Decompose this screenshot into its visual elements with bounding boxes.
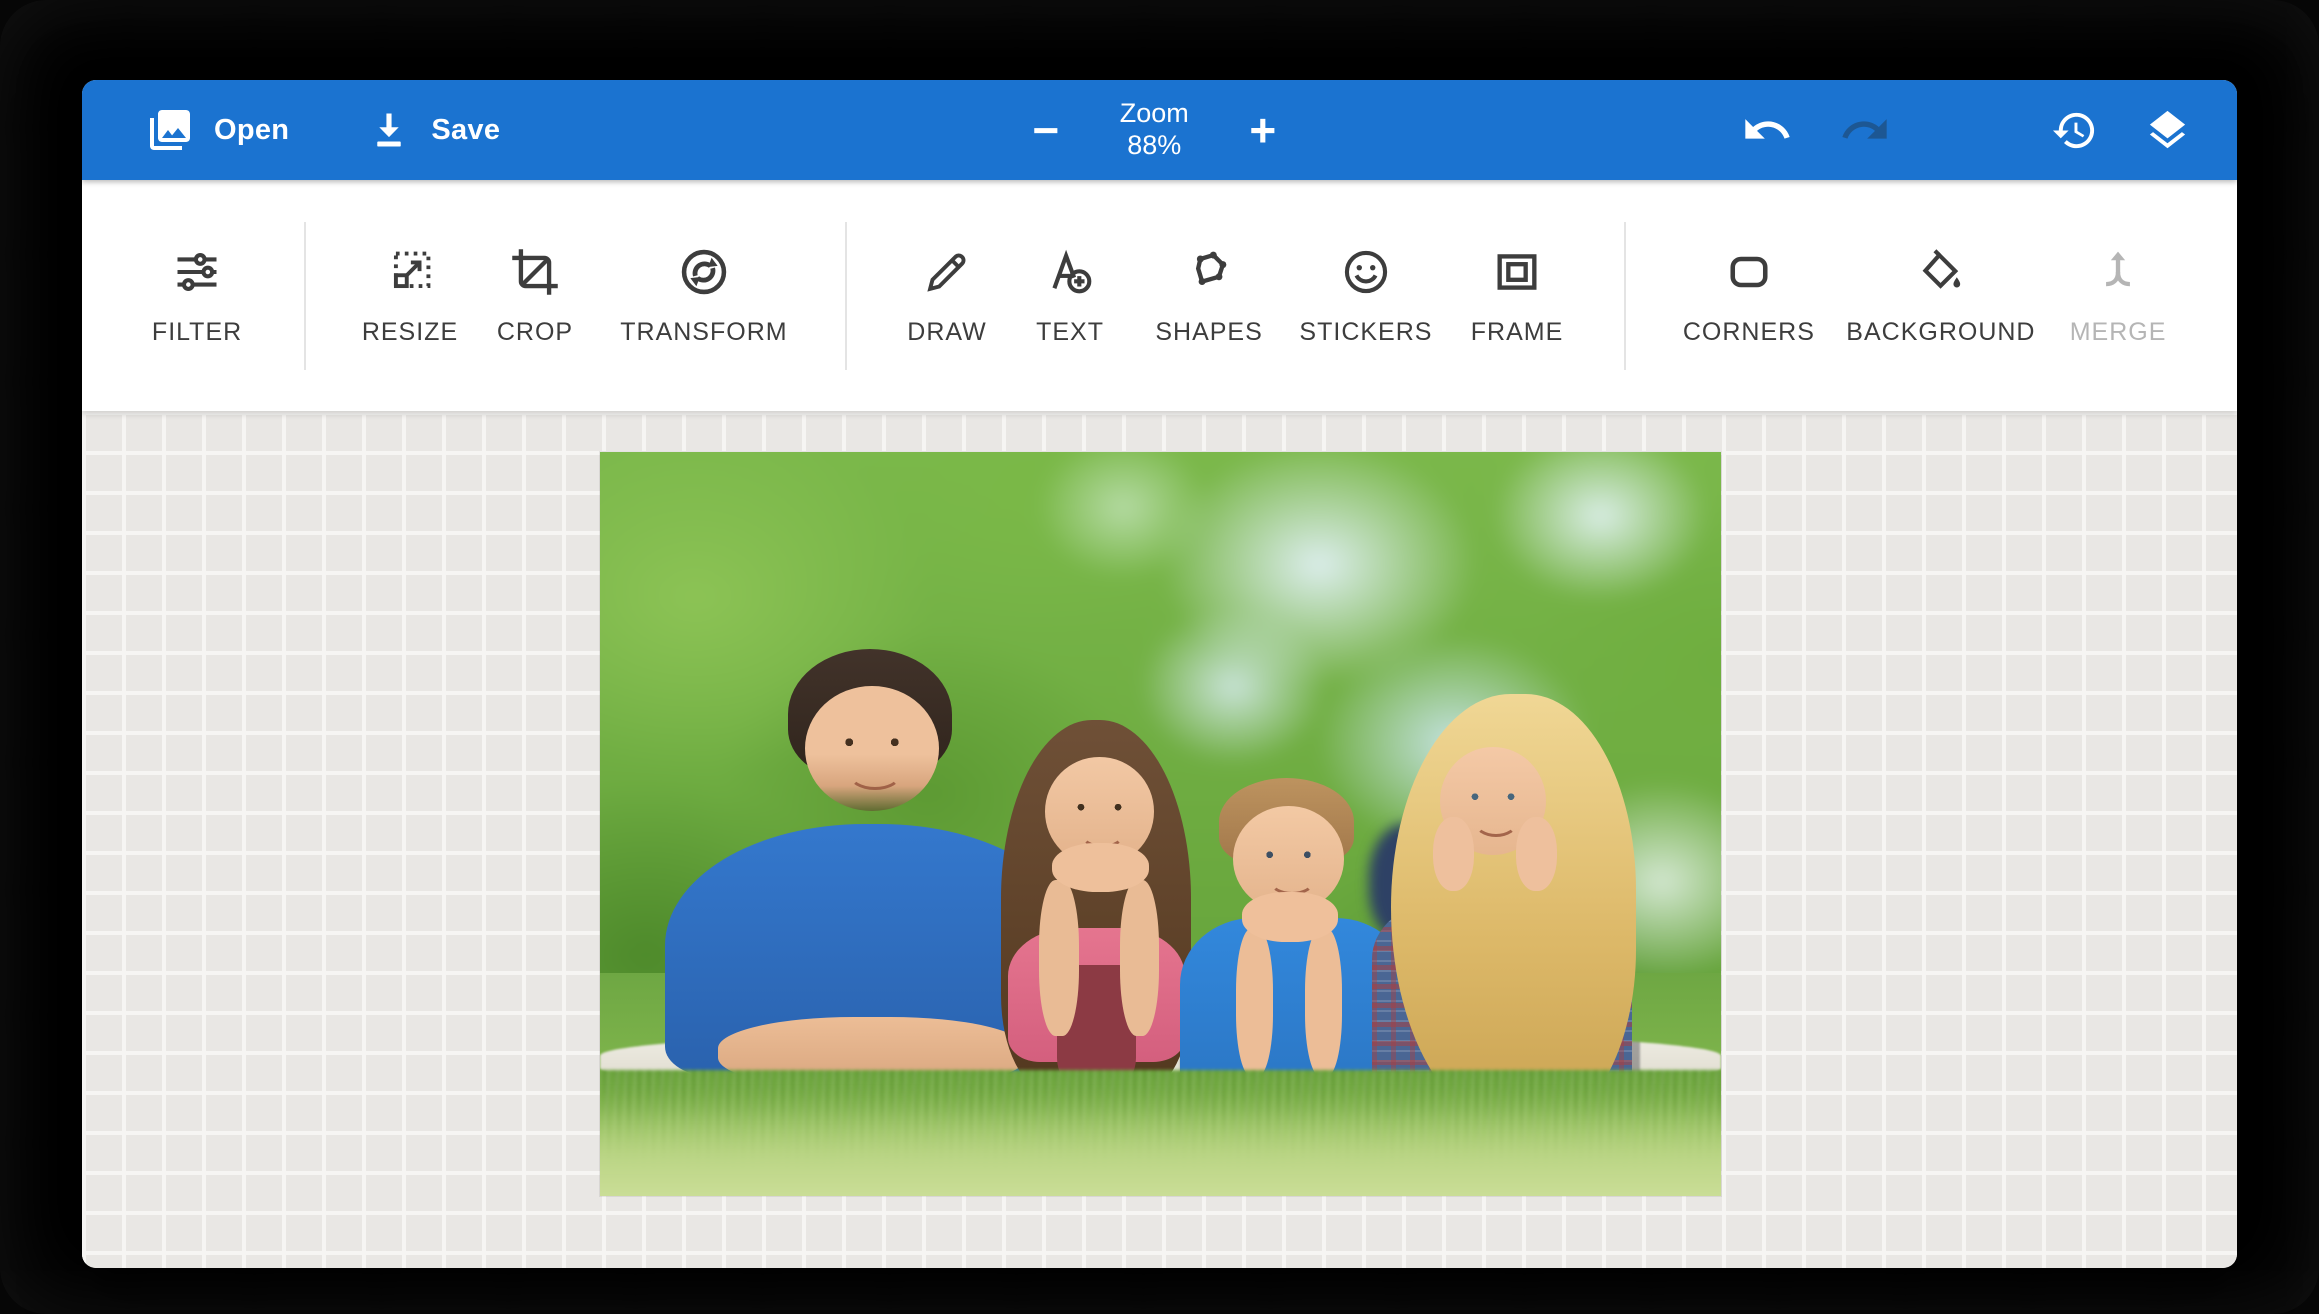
open-button[interactable]: Open bbox=[146, 106, 289, 154]
history-clock-button[interactable] bbox=[2051, 107, 2098, 154]
add-text-icon bbox=[1044, 246, 1096, 303]
zoom-value: 88% bbox=[1127, 130, 1181, 162]
tool-transform[interactable]: TRANSFORM bbox=[589, 246, 819, 347]
tool-label: MERGE bbox=[2070, 318, 2167, 347]
tool-label: FRAME bbox=[1471, 318, 1564, 347]
photo-blurred-foreground bbox=[600, 1099, 1721, 1196]
rounded-corners-icon bbox=[1723, 246, 1775, 303]
zoom-indicator: Zoom 88% bbox=[1120, 98, 1189, 162]
zoom-in-button[interactable]: + bbox=[1241, 107, 1285, 153]
tool-label: FILTER bbox=[152, 318, 242, 347]
merge-icon bbox=[2092, 246, 2144, 303]
tool-label: SHAPES bbox=[1155, 318, 1262, 347]
photo-family-in-park[interactable] bbox=[600, 452, 1721, 1196]
editing-canvas[interactable] bbox=[82, 411, 2237, 1268]
open-image-icon bbox=[146, 106, 194, 154]
history-actions bbox=[1741, 80, 2191, 180]
photo-son-arm bbox=[1236, 928, 1273, 1077]
save-download-icon bbox=[367, 108, 411, 152]
save-button[interactable]: Save bbox=[367, 108, 500, 152]
photo-son-arm bbox=[1305, 928, 1342, 1077]
undo-button[interactable] bbox=[1741, 104, 1793, 156]
tool-merge: MERGE bbox=[2003, 246, 2233, 347]
photo-mother-hand bbox=[1516, 817, 1557, 891]
photo-daughter-arm bbox=[1039, 880, 1078, 1036]
tool-label: TRANSFORM bbox=[620, 318, 787, 347]
open-label: Open bbox=[214, 114, 289, 147]
zoom-out-button[interactable]: − bbox=[1024, 107, 1068, 153]
tool-frame[interactable]: FRAME bbox=[1402, 246, 1632, 347]
photo-daughter-hands bbox=[1052, 843, 1150, 892]
save-label: Save bbox=[431, 114, 500, 147]
photo-father-face bbox=[805, 686, 938, 811]
crop-icon bbox=[509, 246, 561, 303]
image-editor-window: Open Save − Zoom 88% + bbox=[82, 80, 2237, 1268]
redo-button bbox=[1839, 104, 1891, 156]
zoom-label: Zoom bbox=[1120, 98, 1189, 130]
frame-icon bbox=[1491, 246, 1543, 303]
transform-icon bbox=[678, 246, 730, 303]
tool-filter[interactable]: FILTER bbox=[82, 246, 312, 347]
smiley-icon bbox=[1340, 246, 1392, 303]
tool-label: CROP bbox=[497, 318, 573, 347]
paint-bucket-icon bbox=[1915, 246, 1967, 303]
toolbar-divider bbox=[1624, 222, 1626, 370]
tool-label: CORNERS bbox=[1683, 318, 1815, 347]
tools-bar: FILTER RESIZE CROP bbox=[82, 180, 2237, 411]
zoom-controls: − Zoom 88% + bbox=[1024, 80, 1285, 180]
filter-sliders-icon bbox=[169, 246, 225, 303]
header-bar: Open Save − Zoom 88% + bbox=[82, 80, 2237, 180]
photo-daughter-arm bbox=[1120, 880, 1159, 1036]
polygon-icon bbox=[1183, 246, 1235, 303]
file-actions: Open Save bbox=[146, 80, 500, 180]
photo-mother-hand bbox=[1433, 817, 1474, 891]
layers-button[interactable] bbox=[2144, 107, 2191, 154]
photo-son-hands bbox=[1242, 892, 1337, 941]
